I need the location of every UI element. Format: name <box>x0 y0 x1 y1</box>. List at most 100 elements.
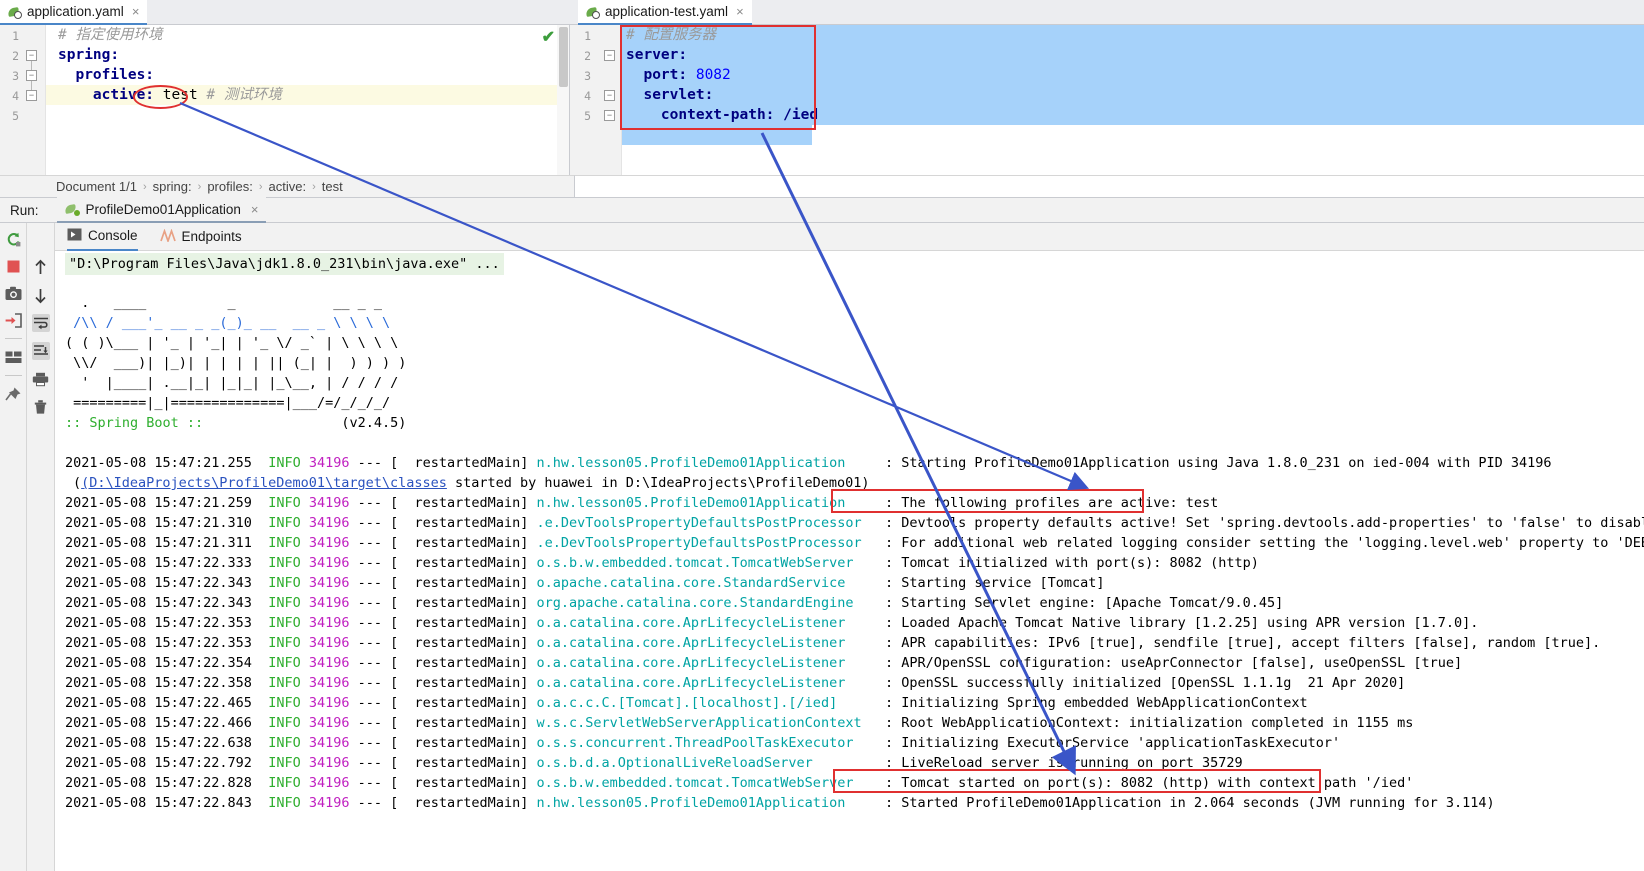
editor-tabbar-left: application.yaml × <box>0 0 570 25</box>
log-message: : Starting Servlet engine: [Apache Tomca… <box>885 595 1284 611</box>
chevron-right-icon: › <box>197 180 202 193</box>
run-configuration-tab[interactable]: ProfileDemo01Application × <box>56 197 267 223</box>
log-line: 2021-05-08 15:47:21.259 INFO 34196 --- [… <box>65 495 846 511</box>
log-message: : OpenSSL successfully initialized [Open… <box>885 675 1406 691</box>
fold-collapse-icon[interactable]: − <box>26 50 37 61</box>
log-line: 2021-05-08 15:47:22.843 INFO 34196 --- [… <box>65 795 846 811</box>
tab-endpoints[interactable]: Endpoints <box>159 223 242 251</box>
code-line-2: server: <box>626 47 688 63</box>
log-line: 2021-05-08 15:47:22.353 INFO 34196 --- [… <box>65 615 846 631</box>
editor-code-right[interactable]: # 配置服务器 server: port: 8082 servlet: cont… <box>622 25 1644 175</box>
code-line-2: spring: <box>58 47 120 63</box>
editor-code-left[interactable]: # 指定使用环境 spring: profiles: active: test … <box>46 25 569 175</box>
log-message: : Initializing ExecutorService 'applicat… <box>885 735 1341 751</box>
log-message-active-profiles: : The following profiles are active: tes… <box>885 495 1219 511</box>
log-line: 2021-05-08 15:47:21.311 INFO 34196 --- [… <box>65 535 862 551</box>
breadcrumb[interactable]: Document 1/1 › spring: › profiles: › act… <box>0 175 575 197</box>
breadcrumb-item-profiles[interactable]: profiles: <box>207 179 253 194</box>
export-icon[interactable] <box>4 311 22 329</box>
trash-icon[interactable] <box>32 398 50 416</box>
scroll-to-end-icon[interactable] <box>31 342 50 360</box>
console-icon <box>67 228 82 244</box>
code-line-4: active: test # 测试环境 <box>58 87 282 103</box>
print-icon[interactable] <box>32 370 50 388</box>
close-icon[interactable]: × <box>251 202 259 217</box>
stop-icon[interactable] <box>4 257 22 275</box>
tab-endpoints-label: Endpoints <box>181 229 242 244</box>
breadcrumb-item-document[interactable]: Document 1/1 <box>56 179 137 194</box>
code-line-3: port: 8082 <box>626 67 731 83</box>
fold-collapse-icon[interactable]: − <box>604 110 615 121</box>
up-arrow-icon[interactable] <box>32 258 50 276</box>
log-message: : APR/OpenSSL configuration: useAprConne… <box>885 655 1463 671</box>
chevron-right-icon: › <box>258 180 263 193</box>
code-line-1: # 指定使用环境 <box>58 27 163 43</box>
tab-console[interactable]: Console <box>67 223 138 251</box>
editor-area: application.yaml × application-test.yaml… <box>0 0 1644 175</box>
log-line: 2021-05-08 15:47:22.343 INFO 34196 --- [… <box>65 575 846 591</box>
log-line: 2021-05-08 15:47:21.255 INFO 34196 --- [… <box>65 455 846 471</box>
editor-gutter-left[interactable]: 1 2 3 4 5 − − − <box>0 25 46 175</box>
chevron-right-icon: › <box>142 180 147 193</box>
breadcrumb-item-test[interactable]: test <box>322 179 343 194</box>
console-command-line: "D:\Program Files\Java\jdk1.8.0_231\bin\… <box>65 253 504 275</box>
line-number: 1 <box>584 29 591 43</box>
editor-gutter-right[interactable]: 1 2 3 4 5 − − − <box>570 25 622 175</box>
soft-wrap-icon[interactable] <box>31 314 50 332</box>
fold-collapse-icon[interactable]: − <box>604 90 615 101</box>
editor-tab-application-test-yaml[interactable]: application-test.yaml × <box>578 0 752 25</box>
line-number: 3 <box>584 69 591 83</box>
inspection-ok-icon[interactable]: ✔ <box>542 27 555 47</box>
log-line: 2021-05-08 15:47:22.333 INFO 34196 --- [… <box>65 555 854 571</box>
rerun-icon[interactable] <box>4 230 22 248</box>
editor-tab-label: application-test.yaml <box>605 4 729 19</box>
code-line-3: profiles: <box>58 67 155 83</box>
code-line-4: servlet: <box>626 87 714 103</box>
editor-tab-label: application.yaml <box>27 4 124 19</box>
active-profile-value: test <box>162 87 198 103</box>
console-output[interactable]: "D:\Program Files\Java\jdk1.8.0_231\bin\… <box>55 251 1644 871</box>
banner-brand-line: :: Spring Boot :: (v2.4.5) <box>65 413 406 433</box>
down-arrow-icon[interactable] <box>32 286 50 304</box>
editor-pane-application-yaml[interactable]: 1 2 3 4 5 − − − # 指定使用环境 spring: profile… <box>0 25 570 175</box>
breadcrumb-item-spring[interactable]: spring: <box>153 179 192 194</box>
run-toolbar-secondary <box>27 223 55 871</box>
log-message: : APR capabilities: IPv6 [true], sendfil… <box>885 635 1601 651</box>
close-icon[interactable]: × <box>736 4 744 19</box>
endpoints-icon <box>159 227 176 245</box>
breadcrumb-right-empty <box>575 175 1644 197</box>
log-line: 2021-05-08 15:47:22.343 INFO 34196 --- [… <box>65 595 854 611</box>
log-message: : Devtools property defaults active! Set… <box>885 515 1644 531</box>
fold-collapse-icon[interactable]: − <box>26 70 37 81</box>
classes-path-link[interactable]: (D:\IdeaProjects\ProfileDemo01\target\cl… <box>81 475 447 491</box>
line-number: 1 <box>12 29 19 43</box>
log-line-continuation: ((D:\IdeaProjects\ProfileDemo01\target\c… <box>73 475 870 491</box>
log-message: : Starting ProfileDemo01Application usin… <box>885 455 1552 471</box>
editor-tab-application-yaml[interactable]: application.yaml × <box>0 0 148 25</box>
log-message: : Starting service [Tomcat] <box>885 575 1105 591</box>
spring-leaf-icon <box>586 5 600 19</box>
log-line: 2021-05-08 15:47:22.828 INFO 34196 --- [… <box>65 775 854 791</box>
context-path-value: /ied <box>783 107 819 123</box>
toolbar-divider <box>4 375 22 376</box>
spring-boot-brand: :: Spring Boot :: <box>65 415 204 431</box>
breadcrumb-item-active[interactable]: active: <box>269 179 307 194</box>
fold-collapse-icon[interactable]: − <box>604 50 615 61</box>
log-message: : Root WebApplicationContext: initializa… <box>885 715 1414 731</box>
line-number: 4 <box>12 89 19 103</box>
tab-console-label: Console <box>88 228 138 243</box>
line-number: 4 <box>584 89 591 103</box>
pin-icon[interactable] <box>4 385 22 403</box>
camera-icon[interactable] <box>4 284 22 302</box>
run-label: Run: <box>10 202 39 218</box>
spring-boot-run-icon <box>65 202 80 216</box>
close-icon[interactable]: × <box>132 4 140 19</box>
fold-guide-line <box>31 81 32 90</box>
fold-collapse-icon[interactable]: − <box>26 90 37 101</box>
banner-line: ' |____| .__|_| |_|_| |_\__, | / / / / <box>65 375 399 391</box>
log-line: 2021-05-08 15:47:22.358 INFO 34196 --- [… <box>65 675 846 691</box>
log-message: : Initializing Spring embedded WebApplic… <box>885 695 1308 711</box>
layout-icon[interactable] <box>4 348 22 366</box>
log-line: 2021-05-08 15:47:22.353 INFO 34196 --- [… <box>65 635 846 651</box>
editor-pane-application-test-yaml[interactable]: 1 2 3 4 5 − − − # 配置服务器 server: port: 80… <box>570 25 1644 175</box>
